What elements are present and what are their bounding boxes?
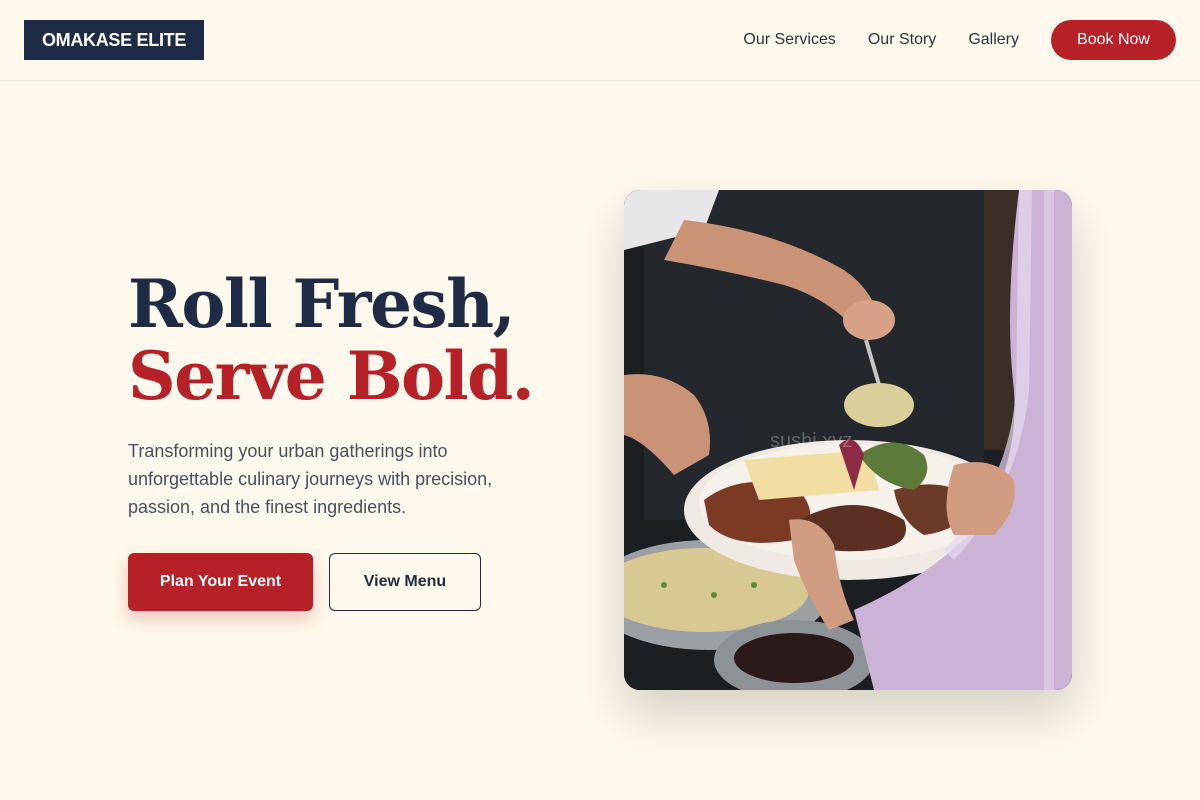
plan-your-event-button[interactable]: Plan Your Event [128, 553, 313, 611]
hero-title-line1: Roll Fresh, [128, 265, 516, 343]
nav-link-our-story[interactable]: Our Story [868, 31, 936, 49]
hero-title-line2: Serve Bold. [128, 337, 535, 415]
nav-link-our-services[interactable]: Our Services [743, 31, 835, 49]
nav-link-gallery[interactable]: Gallery [968, 31, 1019, 49]
hero-title: Roll Fresh, Serve Bold. [128, 265, 535, 415]
view-menu-button[interactable]: View Menu [329, 553, 481, 611]
hero-description: Transforming your urban gatherings into … [128, 441, 493, 517]
main-nav: Our Services Our Story Gallery Book Now [743, 20, 1176, 60]
book-now-button[interactable]: Book Now [1051, 20, 1176, 60]
hero-food-image: sushi.xyz [624, 190, 1072, 690]
image-watermark: sushi.xyz [770, 430, 853, 452]
logo[interactable]: OMAKASE ELITE [24, 20, 204, 60]
site-header: OMAKASE ELITE Our Services Our Story Gal… [0, 0, 1200, 81]
